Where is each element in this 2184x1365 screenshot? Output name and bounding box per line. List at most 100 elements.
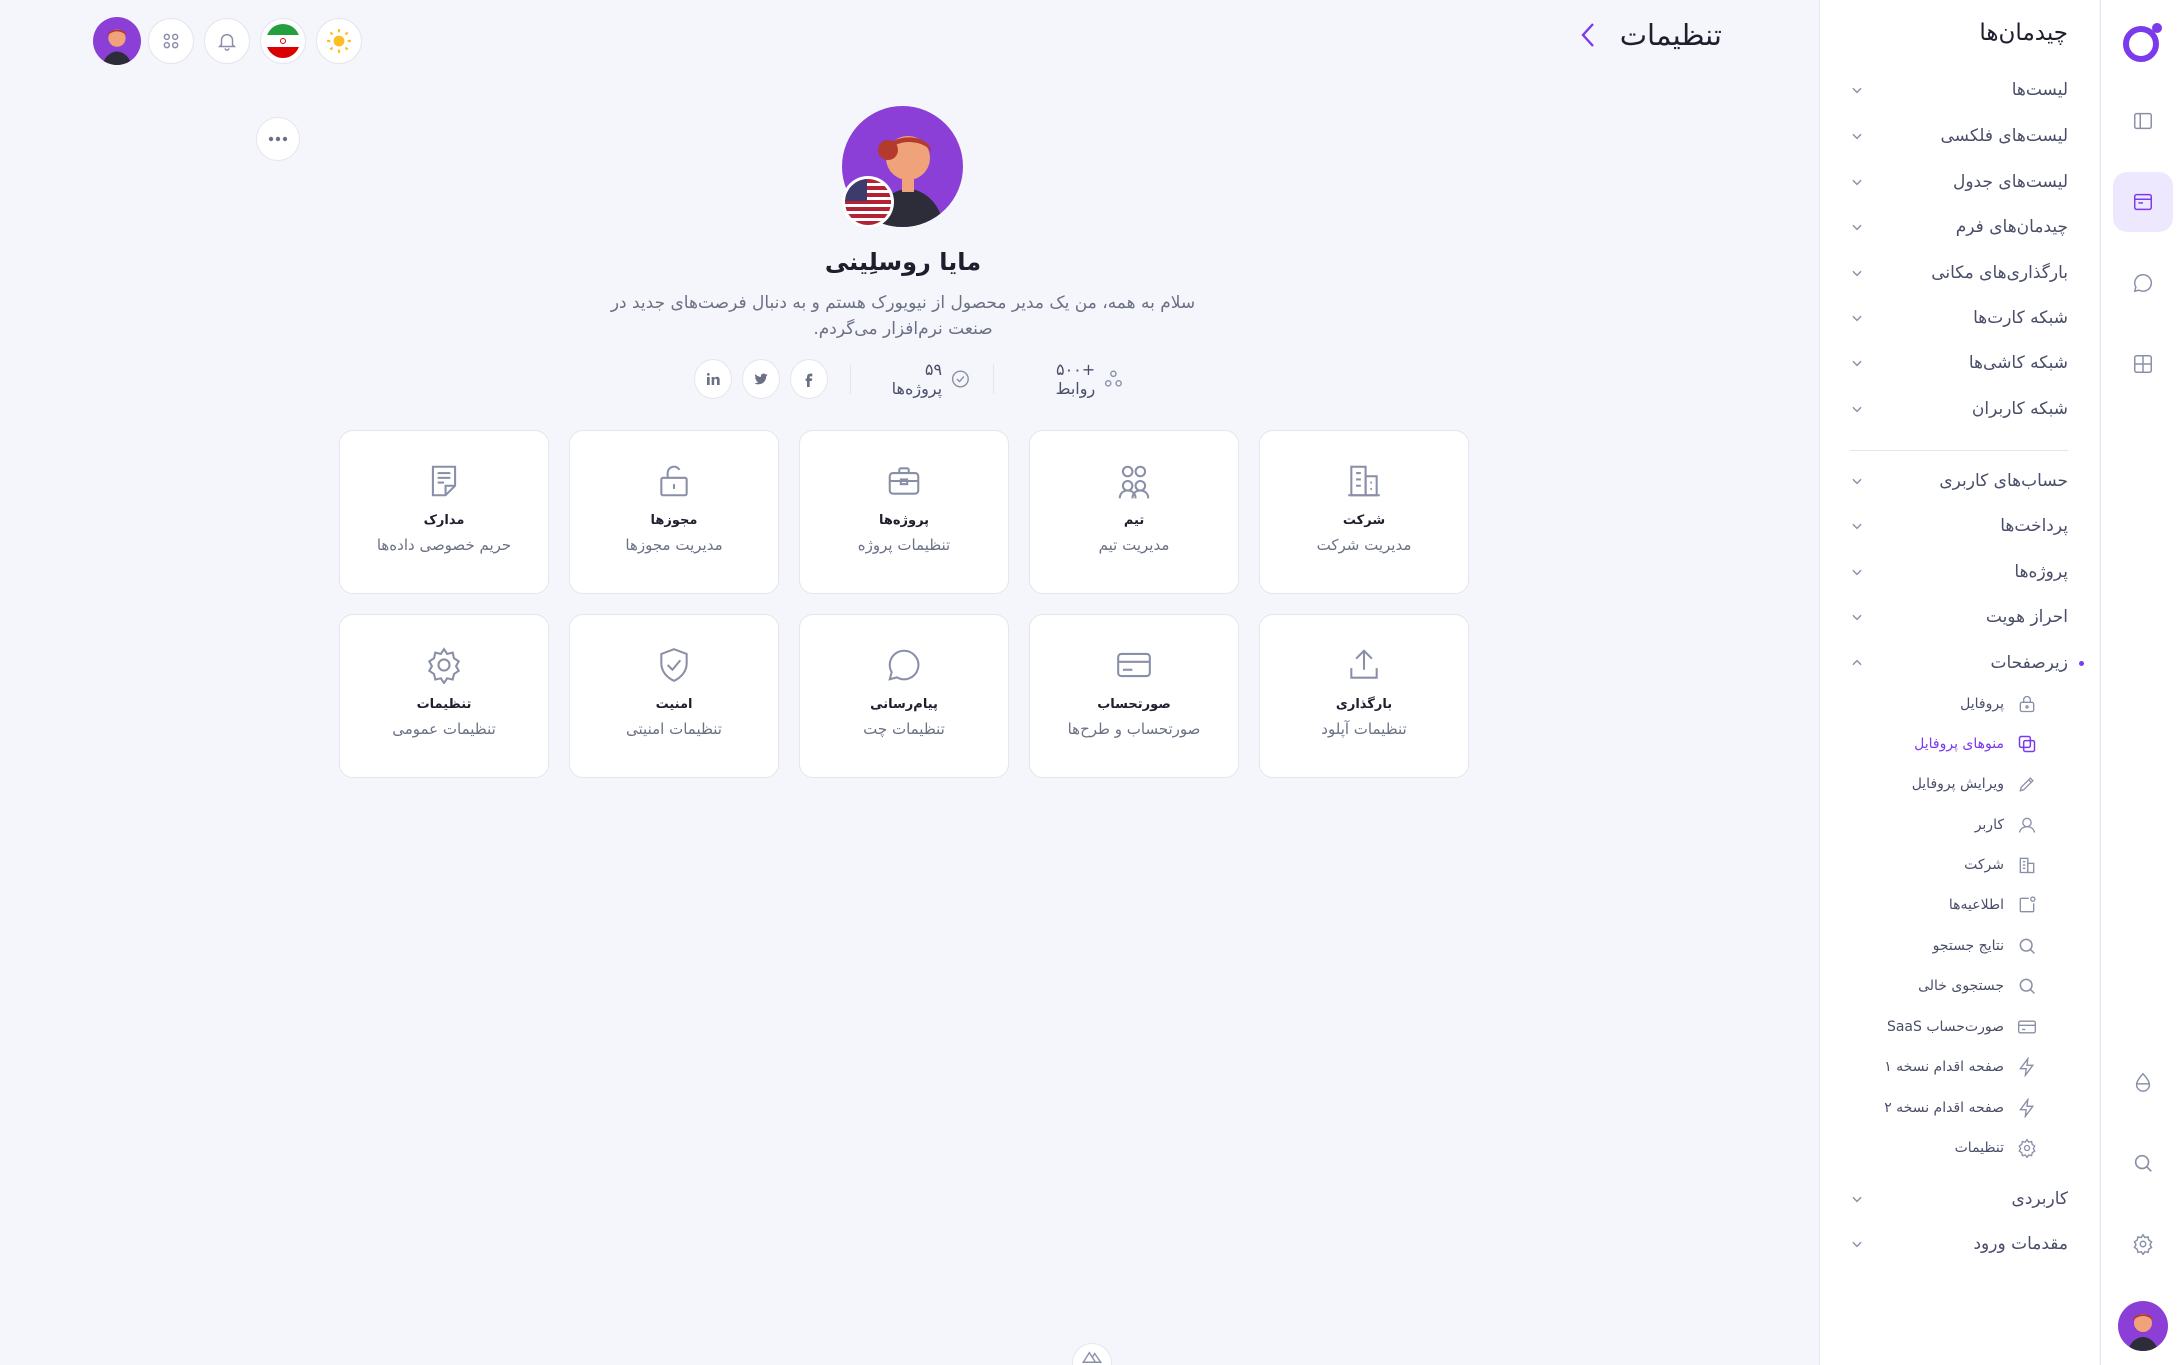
theme-toggle-button[interactable] xyxy=(316,18,362,64)
facebook-button[interactable] xyxy=(790,359,829,399)
chevron-up-icon xyxy=(1852,659,1862,666)
linkedin-icon xyxy=(707,373,720,385)
user-avatar[interactable] xyxy=(2117,1301,2168,1351)
droplet-icon[interactable] xyxy=(2113,1052,2173,1112)
layouts-icon[interactable] xyxy=(2112,172,2173,232)
shield-icon xyxy=(654,645,694,685)
sidebar-group-placeholders[interactable]: بارگذاری‌های مکانی xyxy=(1850,257,2068,289)
subpage-profile-menus[interactable]: منوهای پروفایل xyxy=(1914,731,2038,757)
dots-horizontal-icon xyxy=(268,136,288,142)
card-billing[interactable]: صورتحساب صورتحساب و طرح‌ها xyxy=(1029,614,1239,778)
chevron-down-icon xyxy=(1852,179,1862,186)
chat-icon[interactable] xyxy=(2113,253,2173,313)
sidebar-group-flex-lists[interactable]: لیست‌های فلکسی xyxy=(1850,120,2068,152)
card-settings[interactable]: تنظیمات تنظیمات عمومی xyxy=(339,614,549,778)
subpage-settings[interactable]: تنظیمات xyxy=(1955,1135,2038,1161)
sidebar-section-payments[interactable]: پرداخت‌ها xyxy=(1850,510,2068,542)
footer-logo-button[interactable] xyxy=(1072,1343,1112,1365)
apps-button[interactable] xyxy=(148,18,194,64)
chevron-down-icon xyxy=(1852,360,1862,367)
sidebar-section-accounts[interactable]: حساب‌های کاربری xyxy=(1850,465,2068,497)
sidebar: چیدمان‌ها لیست‌ها لیست‌های فلکسی لیست‌ها… xyxy=(1819,0,2099,1365)
card-company[interactable]: شرکت مدیریت شرکت xyxy=(1259,430,1469,594)
page-title: تنظیمات xyxy=(1619,18,1722,52)
card-permissions[interactable]: مجوزها مدیریت مجوزها xyxy=(569,430,779,594)
facebook-icon xyxy=(805,373,813,387)
notification-icon xyxy=(2016,894,2038,916)
chevron-down-icon xyxy=(1852,1241,1862,1248)
search-icon xyxy=(2016,935,2038,957)
grid-icon[interactable] xyxy=(2113,334,2173,394)
sidebar-section-projects[interactable]: پروژه‌ها xyxy=(1850,556,2068,588)
search-icon xyxy=(2016,975,2038,997)
chevron-down-icon xyxy=(1852,523,1862,530)
chevron-down-icon xyxy=(1852,87,1862,94)
sidebar-section-subpages[interactable]: زیرصفحات xyxy=(1850,647,2068,679)
subpage-saas-billing[interactable]: صورت‌حساب SaaS xyxy=(1887,1014,2038,1040)
credit-card-icon xyxy=(2016,1016,2038,1038)
twitter-icon xyxy=(754,373,768,385)
more-options-button[interactable] xyxy=(256,117,300,161)
subpage-action-v2[interactable]: صفحه اقدام نسخه ۲ xyxy=(1884,1095,2038,1121)
sidebar-group-tile-grid[interactable]: شبکه کاشی‌ها xyxy=(1850,347,2068,379)
copy-icon xyxy=(2016,733,2038,755)
team-icon xyxy=(1114,461,1154,501)
sidebar-group-lists[interactable]: لیست‌ها xyxy=(1850,74,2068,106)
bolt-icon xyxy=(2016,1097,2038,1119)
gear-icon xyxy=(2016,1137,2038,1159)
sidebar-section-utility[interactable]: کاربردی xyxy=(1850,1183,2068,1215)
language-button[interactable] xyxy=(260,18,306,64)
upload-icon xyxy=(1344,645,1384,685)
user-avatar[interactable] xyxy=(93,17,141,65)
document-icon xyxy=(424,461,464,501)
bell-icon xyxy=(217,33,237,51)
active-section-dot xyxy=(2079,661,2084,666)
subpage-edit-profile[interactable]: ویرایش پروفایل xyxy=(1912,771,2038,797)
card-team[interactable]: تیم مدیریت تیم xyxy=(1029,430,1239,594)
profile-bio: سلام به همه، من یک مدیر محصول از نیویورک… xyxy=(610,293,1196,339)
subpage-user[interactable]: کاربر xyxy=(1975,812,2038,838)
notifications-button[interactable] xyxy=(204,18,250,64)
card-projects[interactable]: پروژه‌ها تنظیمات پروژه xyxy=(799,430,1009,594)
subpage-action-v1[interactable]: صفحه اقدام نسخه ۱ xyxy=(1884,1054,2038,1080)
chevron-down-icon xyxy=(1852,569,1862,576)
search-icon[interactable] xyxy=(2113,1133,2173,1193)
connections-icon xyxy=(1105,370,1123,387)
brand-mark-icon xyxy=(1081,1351,1103,1363)
card-messaging[interactable]: پیام‌رسانی تنظیمات چت xyxy=(799,614,1009,778)
gear-icon xyxy=(424,645,464,685)
linkedin-button[interactable] xyxy=(694,359,733,399)
settings-grid: شرکت مدیریت شرکت تیم مدیریت تیم پروژه‌ها… xyxy=(336,430,1469,778)
chat-icon xyxy=(884,645,924,685)
card-security[interactable]: امنیت تنظیمات امنیتی xyxy=(569,614,779,778)
chevron-down-icon xyxy=(1852,133,1862,140)
subpage-profile[interactable]: پروفایل xyxy=(1960,691,2038,717)
chevron-down-icon xyxy=(1852,614,1862,621)
sidebar-section-onboarding[interactable]: مقدمات ورود xyxy=(1850,1228,2068,1260)
card-upload[interactable]: بارگذاری تنظیمات آپلود xyxy=(1259,614,1469,778)
subpage-empty-search[interactable]: جستجوی خالی xyxy=(1918,973,2038,999)
brand-logo-icon[interactable] xyxy=(2113,12,2173,72)
sidebar-section-auth[interactable]: احراز هویت xyxy=(1850,601,2068,633)
sidebar-group-user-grid[interactable]: شبکه کاربران xyxy=(1850,393,2068,425)
stats-divider xyxy=(992,364,994,394)
chevron-down-icon xyxy=(1852,224,1862,231)
sidebar-toggle-icon[interactable] xyxy=(2113,91,2173,151)
card-documents[interactable]: مدارک حریم خصوصی داده‌ها xyxy=(339,430,549,594)
subpage-notifications[interactable]: اطلاعیه‌ها xyxy=(1949,892,2038,918)
building-icon xyxy=(2016,854,2038,876)
subpage-search-results[interactable]: نتایج جستجو xyxy=(1933,933,2038,959)
chevron-down-icon xyxy=(1852,478,1862,485)
us-flag-badge xyxy=(842,176,894,228)
gear-icon[interactable] xyxy=(2113,1214,2173,1274)
sidebar-group-table-lists[interactable]: لیست‌های جدول xyxy=(1850,166,2068,198)
twitter-button[interactable] xyxy=(742,359,781,399)
us-flag-icon xyxy=(845,179,891,225)
sidebar-group-form-layouts[interactable]: چیدمان‌های فرم xyxy=(1850,211,2068,243)
sidebar-group-card-grid[interactable]: شبکه کارت‌ها xyxy=(1850,302,2068,334)
stats-divider xyxy=(850,364,852,394)
building-icon xyxy=(1344,461,1384,501)
projects-stat: ۵۹ پروژه‌ها xyxy=(873,360,971,398)
subpage-company[interactable]: شرکت xyxy=(1964,852,2038,878)
chevron-left-icon[interactable] xyxy=(1576,20,1600,50)
